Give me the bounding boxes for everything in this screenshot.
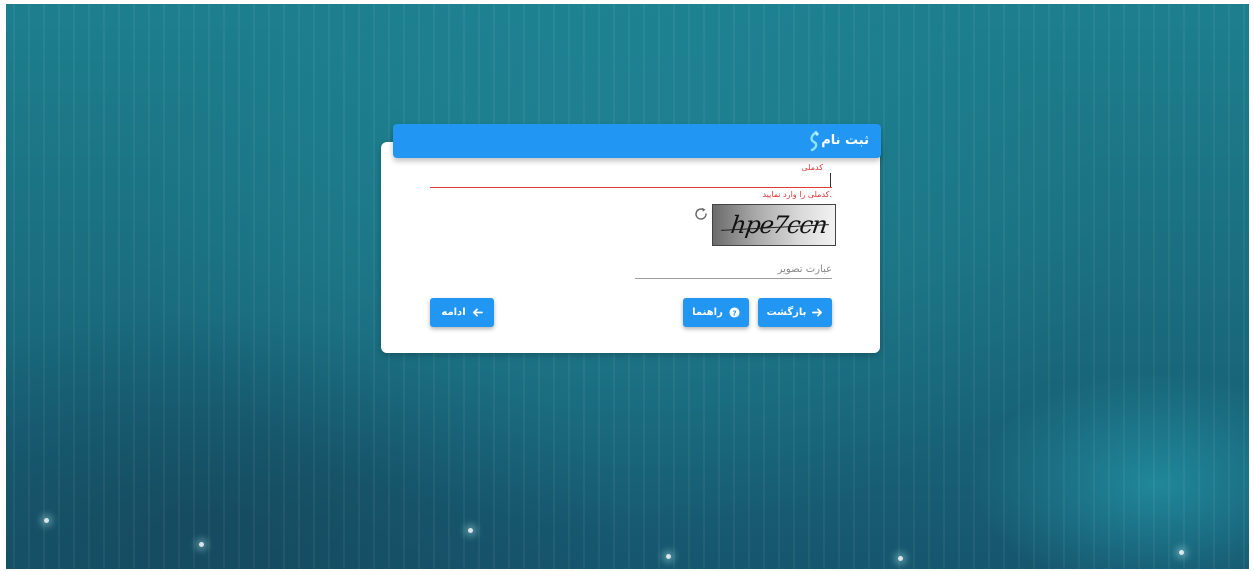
help-button-label: راهنما	[692, 307, 723, 318]
captcha-input[interactable]	[635, 260, 832, 279]
captcha-image: hpe7ccn	[712, 204, 836, 246]
svg-text:?: ?	[732, 308, 736, 317]
back-button-label: بازگشت	[766, 307, 807, 318]
sparkle	[1179, 550, 1184, 555]
card-header: ثبت نام	[393, 124, 881, 158]
text-cursor	[830, 173, 831, 187]
national-code-label: کدملی	[801, 163, 823, 172]
sparkle	[468, 528, 473, 533]
continue-button-label: ادامه	[441, 307, 466, 318]
national-code-error: کدملی را وارد نمایید.	[762, 190, 832, 199]
sparkle	[666, 554, 671, 559]
national-code-field[interactable]	[430, 187, 832, 188]
help-button[interactable]: ? راهنما	[683, 298, 749, 327]
refresh-icon[interactable]	[693, 206, 709, 222]
continue-button[interactable]: ادامه	[430, 298, 494, 327]
sparkle	[44, 518, 49, 523]
sparkle	[199, 542, 204, 547]
arrow-left-icon	[472, 308, 483, 317]
help-circle-icon: ?	[729, 307, 740, 318]
sparkle	[898, 556, 903, 561]
page-title: ثبت نام	[821, 133, 869, 148]
back-button[interactable]: بازگشت	[758, 298, 832, 327]
logo-icon	[810, 130, 819, 152]
arrow-right-icon	[812, 308, 823, 317]
